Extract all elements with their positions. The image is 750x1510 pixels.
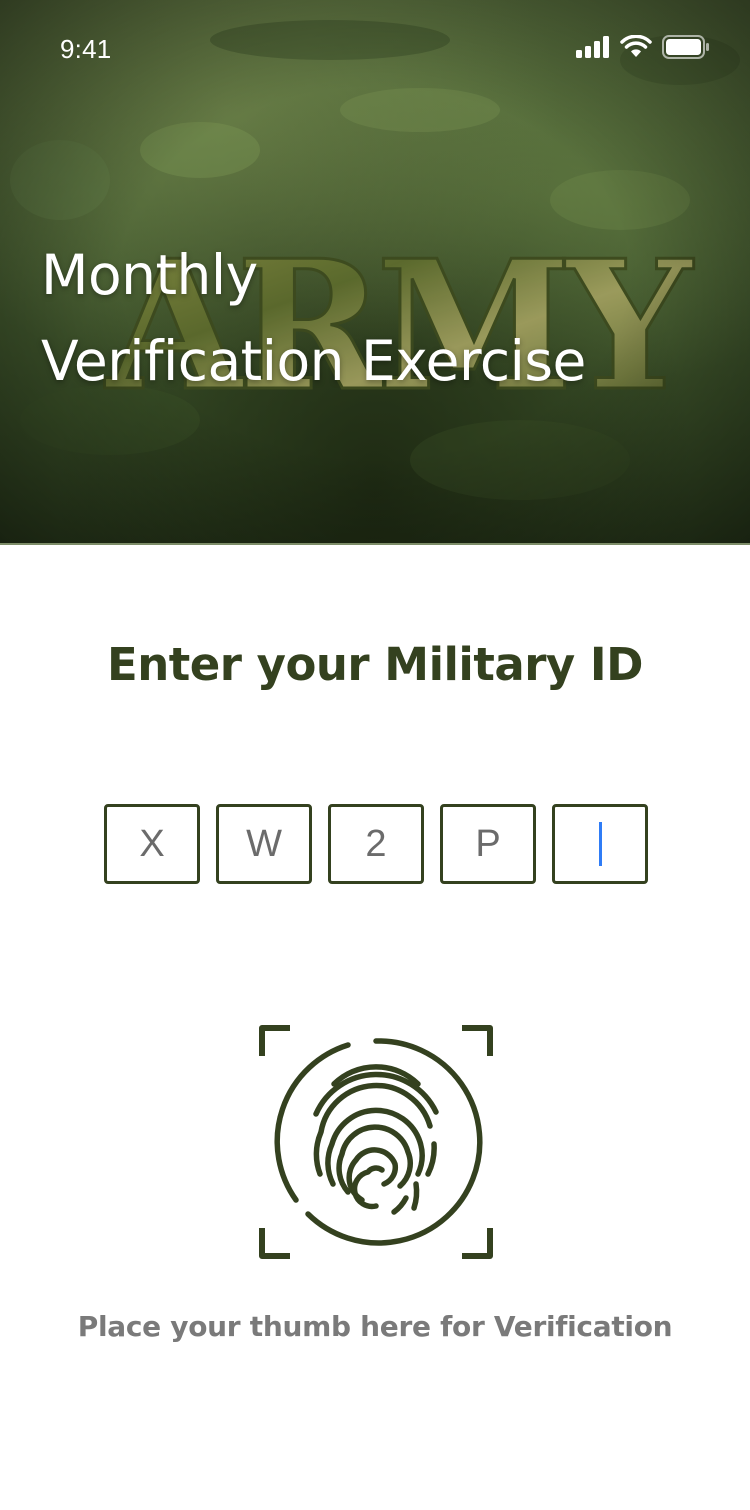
hero-banner: ARMY 9:41 Monthly Verification Exercise <box>0 0 750 545</box>
military-id-heading: Enter your Military ID <box>106 638 644 691</box>
id-char-input-2[interactable]: W <box>216 804 312 884</box>
page-title: Monthly Verification Exercise <box>41 232 586 404</box>
battery-icon <box>662 35 709 59</box>
title-line-1: Monthly <box>41 243 258 307</box>
fingerprint-scan-icon[interactable] <box>258 1024 494 1260</box>
wifi-icon <box>620 35 652 57</box>
id-char-input-4[interactable]: P <box>440 804 536 884</box>
fingerprint-hint: Place your thumb here for Verification <box>77 1310 673 1343</box>
text-caret <box>598 822 602 866</box>
id-char-input-1[interactable]: X <box>104 804 200 884</box>
title-line-2: Verification Exercise <box>41 329 586 393</box>
id-char-input-5[interactable] <box>552 804 648 884</box>
hero-divider <box>0 543 750 545</box>
id-char-input-3[interactable]: 2 <box>328 804 424 884</box>
status-time: 9:41 <box>60 34 112 64</box>
cellular-signal-icon <box>576 36 609 58</box>
status-icons <box>576 34 710 60</box>
military-id-input-group: X W 2 P <box>104 804 648 884</box>
